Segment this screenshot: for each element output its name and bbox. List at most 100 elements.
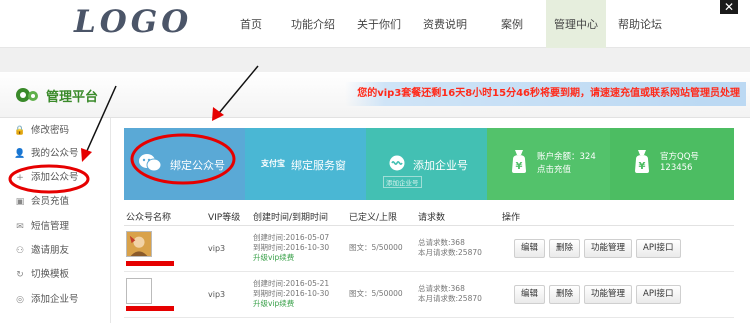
sidebar-item-add-enterprise[interactable]: ◎ 添加企业号: [14, 289, 78, 311]
page: LOGO 首页 功能介绍 关于你们 资费说明 案例 管理中心 帮助论坛 ✕ 管理…: [0, 0, 750, 323]
column-header: VIP等级: [206, 208, 251, 226]
nav-item-cases[interactable]: 案例: [478, 0, 546, 48]
enterprise-icon: ◎: [16, 295, 24, 305]
tile-label: 官方QQ号: [660, 152, 699, 162]
quota-value: 图文：5/50000: [347, 271, 416, 318]
sidebar-item-label: 我的公众号: [31, 148, 79, 159]
column-header: 已定义/上限: [347, 208, 416, 226]
sidebar-item-label: 短信管理: [31, 221, 70, 232]
nav-item-admin-center[interactable]: 管理中心: [546, 0, 606, 48]
main-panel: 绑定公众号 支付宝 绑定服务窗 添加企业号 添加企业号 ¥ 账户余额：324 点…: [110, 118, 742, 323]
column-header: 操作: [500, 208, 734, 226]
delete-button[interactable]: 删除: [549, 238, 581, 258]
total-requests: 总请求数:368: [418, 238, 465, 247]
plus-icon: +: [16, 173, 24, 183]
actions-cell: 编辑 删除 功能管理 API接口: [500, 271, 734, 318]
close-icon[interactable]: ✕: [720, 0, 738, 14]
dates-cell: 创建时间:2016-05-21 到期时间:2016-10-30 升级vip续费: [251, 271, 347, 318]
sidebar-item-add-account[interactable]: + 添加公众号: [14, 167, 79, 189]
expire-time: 到期时间:2016-10-30: [253, 243, 330, 252]
api-interface-button[interactable]: API接口: [636, 284, 681, 304]
redacted-name-mark: [126, 260, 174, 266]
expire-time: 到期时间:2016-10-30: [253, 289, 330, 298]
header-divider-strip: [0, 48, 750, 72]
yen-bag-icon: ¥: [512, 150, 526, 173]
vip-level: vip3: [206, 225, 251, 272]
expiry-notice: 您的vip3套餐还剩16天8小时15分46秒将要到期，请速速充值或联系网站管理员…: [345, 82, 746, 106]
feature-management-button[interactable]: 功能管理: [584, 284, 633, 304]
alipay-icon: 支付宝: [261, 159, 285, 168]
sidebar-item-label: 切换模板: [31, 269, 70, 280]
month-requests: 本月请求数:25870: [418, 294, 482, 303]
sidebar-item-my-accounts[interactable]: 👤 我的公众号: [14, 143, 79, 165]
vip-level: vip3: [206, 271, 251, 318]
sidebar-item-label: 修改密码: [31, 125, 70, 136]
sidebar-item-label: 会员充值: [31, 196, 70, 207]
enterprise-link-icon: [389, 155, 405, 171]
actions-cell: 编辑 删除 功能管理 API接口: [500, 225, 734, 272]
delete-button[interactable]: 删除: [549, 284, 581, 304]
tile-add-enterprise-account[interactable]: 添加企业号 添加企业号: [366, 128, 487, 200]
platform-logo-icon: [16, 88, 38, 102]
tile-bind-service-window[interactable]: 支付宝 绑定服务窗: [245, 128, 366, 200]
table-row: vip3 创建时间:2016-05-07 到期时间:2016-10-30 升级v…: [124, 225, 734, 272]
friends-icon: ⚇: [15, 246, 25, 256]
svg-text:¥: ¥: [516, 161, 523, 172]
wechat-icon: [139, 154, 162, 172]
upgrade-vip-link[interactable]: 升级vip续费: [253, 253, 347, 263]
nav-item-pricing[interactable]: 资费说明: [412, 0, 478, 48]
account-avatar-placeholder[interactable]: [126, 277, 152, 304]
sidebar-item-label: 添加公众号: [31, 172, 79, 183]
tile-label: 绑定服务窗: [291, 159, 346, 172]
nav-item-about[interactable]: 关于你们: [346, 0, 412, 48]
message-icon: ✉: [16, 222, 24, 232]
edit-button[interactable]: 编辑: [514, 284, 546, 304]
sidebar-item-change-password[interactable]: 🔒 修改密码: [14, 120, 69, 142]
sidebar-item-member-recharge[interactable]: ▣ 会员充值: [14, 191, 69, 213]
account-avatar[interactable]: [126, 230, 152, 257]
tile-tooltip: 添加企业号: [383, 176, 422, 188]
tile-account-balance[interactable]: ¥ 账户余额：324 点击充值: [487, 128, 610, 200]
requests-cell: 总请求数:368 本月请求数:25870: [416, 225, 500, 272]
column-header: 创建时间/到期时间: [251, 208, 347, 226]
tile-label: 绑定公众号: [170, 159, 225, 172]
svg-text:¥: ¥: [639, 161, 646, 172]
tile-sub-label: 点击充值: [537, 165, 572, 175]
site-logo[interactable]: LOGO: [74, 4, 192, 40]
redacted-name-mark: [126, 305, 174, 311]
nav-item-help-forum[interactable]: 帮助论坛: [606, 0, 674, 48]
sidebar-item-invite-friends[interactable]: ⚇ 邀请朋友: [14, 240, 69, 262]
account-name-cell: [124, 225, 206, 272]
nav-item-features[interactable]: 功能介绍: [280, 0, 346, 48]
tile-bind-official-account[interactable]: 绑定公众号: [124, 128, 245, 200]
sidebar: 🔒 修改密码 👤 我的公众号 + 添加公众号 ▣ 会员充值 ✉ 短信管理 ⚇ 邀请朋友 ↻ 切…: [0, 118, 110, 323]
main-nav: 首页 功能介绍 关于你们 资费说明 案例 管理中心 帮助论坛: [222, 0, 674, 48]
nav-item-home[interactable]: 首页: [222, 0, 280, 48]
sidebar-item-sms[interactable]: ✉ 短信管理: [14, 216, 69, 238]
feature-management-button[interactable]: 功能管理: [584, 238, 633, 258]
yen-bag-icon: ¥: [635, 150, 649, 173]
edit-button[interactable]: 编辑: [514, 238, 546, 258]
lock-icon: 🔒: [14, 126, 26, 136]
created-time: 创建时间:2016-05-07: [253, 233, 330, 242]
user-icon: 👤: [14, 149, 26, 159]
account-name-cell: [124, 271, 206, 318]
quick-action-tiles: 绑定公众号 支付宝 绑定服务窗 添加企业号 添加企业号 ¥ 账户余额：324 点…: [124, 128, 734, 200]
requests-cell: 总请求数:368 本月请求数:25870: [416, 271, 500, 318]
top-navigation-bar: LOGO 首页 功能介绍 关于你们 资费说明 案例 管理中心 帮助论坛 ✕: [0, 0, 750, 48]
api-interface-button[interactable]: API接口: [636, 238, 681, 258]
tile-official-qq[interactable]: ¥ 官方QQ号 123456: [610, 128, 734, 200]
total-requests: 总请求数:368: [418, 284, 465, 293]
quota-value: 图文：5/50000: [347, 225, 416, 272]
tile-label: 账户余额：324: [537, 152, 596, 162]
sidebar-item-switch-template[interactable]: ↻ 切换模板: [14, 264, 69, 286]
accounts-table: 公众号名称 VIP等级 创建时间/到期时间 已定义/上限 请求数 操作 vip3…: [124, 208, 734, 318]
table-row: vip3 创建时间:2016-05-21 到期时间:2016-10-30 升级v…: [124, 271, 734, 318]
refresh-icon: ↻: [16, 270, 24, 280]
sidebar-item-label: 邀请朋友: [31, 245, 70, 256]
platform-title: 管理平台: [46, 90, 99, 105]
tile-sub-label: 123456: [660, 163, 693, 173]
column-header: 公众号名称: [124, 208, 206, 226]
table-header-row: 公众号名称 VIP等级 创建时间/到期时间 已定义/上限 请求数 操作: [124, 208, 734, 226]
upgrade-vip-link[interactable]: 升级vip续费: [253, 299, 347, 309]
